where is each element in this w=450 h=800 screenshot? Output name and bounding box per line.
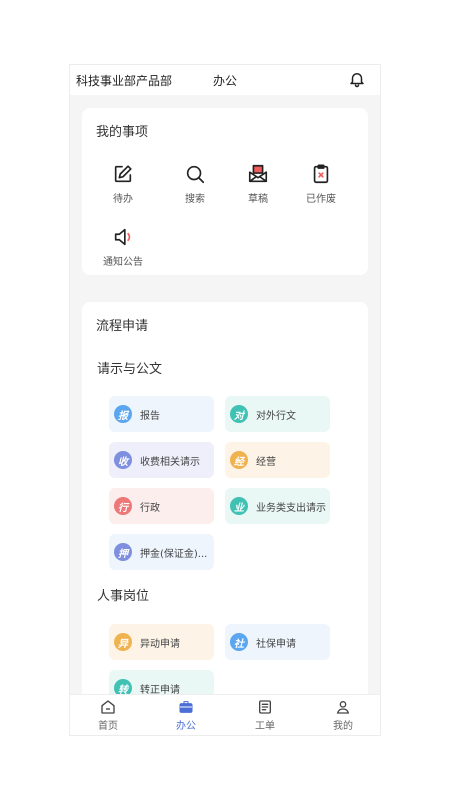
external-badge-icon: 对 bbox=[230, 405, 248, 423]
section-title-requests: 请示与公文 bbox=[97, 362, 163, 377]
chip-label: 业务类支出请示 bbox=[256, 502, 326, 514]
my-item-label: 通知公告 bbox=[103, 257, 143, 268]
app-screen: 科技事业部产品部 办公 我的事项 待办 搜索 草稿 已作废 通知公告 流程申请 … bbox=[69, 64, 381, 736]
bell-icon[interactable] bbox=[348, 70, 366, 88]
my-item-label: 待办 bbox=[113, 194, 133, 205]
chip-deposit[interactable]: 押 押金(保证金)... bbox=[109, 534, 214, 570]
my-item-draft[interactable]: 草稿 bbox=[233, 163, 283, 205]
chip-administration[interactable]: 行 行政 bbox=[109, 488, 214, 524]
chip-label: 押金(保证金)... bbox=[140, 548, 208, 560]
tab-label: 我的 bbox=[333, 721, 353, 732]
bottom-tab-bar: 首页 办公 工单 我的 bbox=[70, 694, 380, 735]
document-icon bbox=[259, 700, 271, 714]
process-title: 流程申请 bbox=[96, 319, 149, 334]
my-items-title: 我的事项 bbox=[96, 125, 149, 140]
chip-label: 报告 bbox=[140, 410, 160, 422]
my-item-label: 搜索 bbox=[185, 194, 205, 205]
chip-label: 收费相关请示 bbox=[140, 456, 200, 468]
tab-office[interactable]: 办公 bbox=[156, 699, 216, 732]
my-item-announcement[interactable]: 通知公告 bbox=[98, 226, 148, 268]
chip-operations[interactable]: 经 经营 bbox=[225, 442, 330, 478]
briefcase-icon bbox=[179, 701, 193, 713]
tab-mine[interactable]: 我的 bbox=[313, 699, 373, 732]
tab-work-order[interactable]: 工单 bbox=[235, 699, 295, 732]
user-icon bbox=[336, 701, 350, 714]
page-title: 办公 bbox=[212, 74, 237, 88]
report-badge-icon: 报 bbox=[114, 405, 132, 423]
speaker-icon bbox=[114, 228, 131, 246]
my-item-void[interactable]: 已作废 bbox=[296, 163, 346, 205]
void-clipboard-icon bbox=[313, 164, 329, 184]
app-header: 科技事业部产品部 办公 bbox=[70, 65, 380, 95]
operations-badge-icon: 经 bbox=[230, 451, 248, 469]
section-title-hr: 人事岗位 bbox=[97, 589, 150, 604]
my-item-todo[interactable]: 待办 bbox=[98, 163, 148, 205]
social-badge-icon: 社 bbox=[230, 633, 248, 651]
chip-label: 异动申请 bbox=[140, 638, 180, 650]
tab-label: 办公 bbox=[176, 721, 196, 732]
chip-fee-request[interactable]: 收 收费相关请示 bbox=[109, 442, 214, 478]
chip-business-expense[interactable]: 业 业务类支出请示 bbox=[225, 488, 330, 524]
chip-social-insurance[interactable]: 社 社保申请 bbox=[225, 624, 330, 660]
chip-label: 社保申请 bbox=[256, 638, 296, 650]
fee-badge-icon: 收 bbox=[114, 451, 132, 469]
tab-label: 首页 bbox=[98, 721, 118, 732]
chip-transfer[interactable]: 异 异动申请 bbox=[109, 624, 214, 660]
draft-envelope-icon bbox=[248, 164, 268, 183]
my-items-card: 我的事项 待办 搜索 草稿 已作废 通知公告 bbox=[82, 108, 368, 275]
tab-label: 工单 bbox=[255, 721, 275, 732]
transfer-badge-icon: 异 bbox=[114, 633, 132, 651]
edit-icon bbox=[114, 165, 132, 183]
chip-external-doc[interactable]: 对 对外行文 bbox=[225, 396, 330, 432]
chip-report[interactable]: 报 报告 bbox=[109, 396, 214, 432]
my-item-label: 已作废 bbox=[306, 194, 336, 205]
business-badge-icon: 业 bbox=[230, 497, 248, 515]
my-item-search[interactable]: 搜索 bbox=[170, 163, 220, 205]
tab-home[interactable]: 首页 bbox=[78, 699, 138, 732]
my-item-label: 草稿 bbox=[248, 194, 268, 205]
home-icon bbox=[101, 700, 115, 714]
chip-label: 行政 bbox=[140, 502, 160, 514]
deposit-badge-icon: 押 bbox=[114, 543, 132, 561]
chip-label: 对外行文 bbox=[256, 410, 296, 422]
search-icon bbox=[186, 165, 205, 184]
administration-badge-icon: 行 bbox=[114, 497, 132, 515]
chip-label: 经营 bbox=[256, 456, 276, 468]
